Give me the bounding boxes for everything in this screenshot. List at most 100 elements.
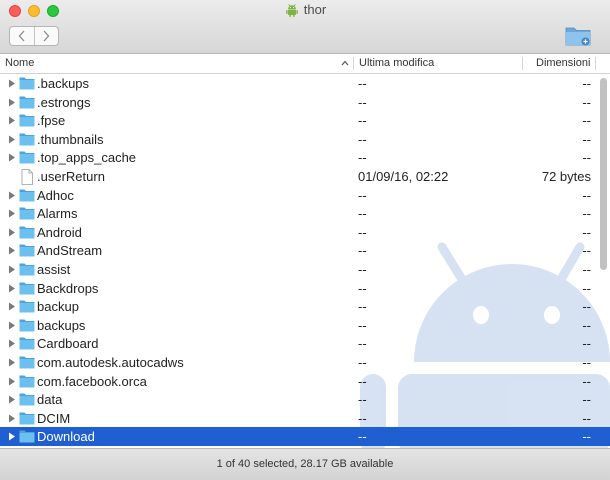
folder-icon (19, 263, 35, 276)
file-row[interactable]: .estrongs -- -- (0, 93, 610, 112)
file-row[interactable]: backups -- -- (0, 316, 610, 335)
file-row[interactable]: backup -- -- (0, 297, 610, 316)
disclosure-triangle-icon[interactable] (8, 79, 16, 88)
new-folder-icon (565, 27, 591, 46)
file-row[interactable]: Adhoc -- -- (0, 186, 610, 205)
scrollbar-thumb[interactable] (600, 78, 607, 270)
size-column-header[interactable]: Dimensioni (536, 54, 590, 73)
file-row[interactable]: Download -- -- (0, 427, 610, 447)
column-divider[interactable] (595, 57, 596, 70)
file-name: .top_apps_cache (37, 150, 137, 166)
file-row[interactable]: .thumbnails -- -- (0, 130, 610, 149)
file-row[interactable]: DCIM -- -- (0, 409, 610, 428)
file-row[interactable]: Cardboard -- -- (0, 334, 610, 353)
file-modified: -- (358, 317, 367, 333)
file-name: Backdrops (37, 280, 99, 296)
disclosure-triangle-icon[interactable] (8, 246, 16, 255)
file-row[interactable]: assist -- -- (0, 260, 610, 279)
file-row[interactable]: com.facebook.orca -- -- (0, 372, 610, 391)
folder-icon (19, 337, 35, 350)
file-size: -- (582, 224, 591, 240)
disclosure-triangle-icon[interactable] (8, 265, 16, 274)
disclosure-triangle-icon[interactable] (8, 358, 16, 367)
disclosure-triangle-icon[interactable] (8, 228, 16, 237)
file-row[interactable]: data -- -- (0, 390, 610, 409)
window-title-area: thor (0, 2, 610, 18)
forward-button[interactable] (33, 27, 59, 45)
file-transfer-window: thor Nome Ultima modifica Dimensioni .ba… (0, 0, 610, 480)
file-modified: -- (358, 392, 367, 408)
file-name: com.facebook.orca (37, 373, 147, 389)
file-row[interactable]: Backdrops -- -- (0, 279, 610, 298)
disclosure-triangle-icon[interactable] (8, 135, 16, 144)
folder-icon (19, 430, 35, 443)
file-modified: -- (358, 262, 367, 277)
status-text: 1 of 40 selected, 28.17 GB available (216, 458, 394, 470)
disclosure-triangle-icon[interactable] (8, 98, 16, 107)
file-size: -- (582, 355, 591, 370)
file-row[interactable]: .userReturn 01/09/16, 02:22 72 bytes (0, 167, 610, 186)
disclosure-triangle-icon[interactable] (8, 153, 16, 162)
file-modified: -- (358, 410, 367, 426)
document-icon (21, 169, 33, 185)
new-folder-button[interactable] (564, 22, 592, 48)
file-size: -- (582, 392, 591, 408)
file-name: com.autodesk.autocadws (37, 355, 184, 370)
disclosure-triangle-icon[interactable] (8, 339, 16, 348)
column-divider[interactable] (522, 57, 523, 70)
file-name: .fpse (37, 113, 66, 129)
file-list: .backups -- -- .estrongs -- -- .fpse -- -- .thumb… (0, 74, 610, 448)
file-modified: -- (358, 336, 367, 352)
chevron-right-icon (43, 30, 50, 42)
file-modified: -- (358, 76, 367, 91)
folder-icon (19, 226, 35, 239)
file-size: 72 bytes (541, 169, 591, 184)
file-name: DCIM (37, 410, 71, 426)
title-bar: thor (0, 0, 610, 54)
folder-icon (19, 244, 35, 257)
file-row[interactable]: Alarms -- -- (0, 204, 610, 223)
file-size: -- (582, 299, 591, 315)
file-row[interactable]: .top_apps_cache -- -- (0, 148, 610, 167)
disclosure-triangle-icon[interactable] (8, 116, 16, 125)
file-size: -- (582, 131, 591, 147)
file-name: .estrongs (37, 94, 91, 110)
disclosure-triangle-icon[interactable] (8, 414, 16, 423)
folder-icon (19, 207, 35, 220)
folder-icon (19, 393, 35, 406)
file-size: -- (582, 113, 591, 129)
back-button[interactable] (10, 27, 34, 45)
file-name: backups (37, 317, 86, 333)
file-modified: -- (358, 94, 367, 110)
file-row[interactable]: com.autodesk.autocadws -- -- (0, 353, 610, 372)
file-modified: 01/09/16, 02:22 (358, 169, 449, 184)
disclosure-triangle-icon[interactable] (8, 395, 16, 404)
name-column-header[interactable]: Nome (5, 54, 34, 73)
disclosure-triangle-icon[interactable] (8, 302, 16, 311)
disclosure-triangle-icon[interactable] (8, 432, 16, 441)
chevron-left-icon (18, 30, 25, 42)
folder-icon (19, 114, 35, 127)
disclosure-triangle-icon[interactable] (8, 191, 16, 200)
file-modified: -- (358, 299, 367, 315)
folder-icon (19, 319, 35, 332)
file-row[interactable]: Android -- -- (0, 223, 610, 242)
file-modified: -- (358, 280, 367, 296)
file-size: -- (582, 262, 591, 277)
file-row[interactable]: AndStream -- -- (0, 241, 610, 260)
file-modified: -- (358, 429, 367, 445)
disclosure-triangle-icon[interactable] (8, 377, 16, 386)
disclosure-triangle-icon[interactable] (8, 321, 16, 330)
file-size: -- (582, 336, 591, 352)
window-title: thor (303, 2, 327, 17)
folder-icon (19, 412, 35, 425)
modified-column-header[interactable]: Ultima modifica (359, 54, 434, 73)
column-divider[interactable] (353, 57, 354, 70)
file-row[interactable]: .backups -- -- (0, 74, 610, 93)
file-row[interactable]: .fpse -- -- (0, 111, 610, 130)
folder-icon (19, 77, 35, 90)
folder-icon (19, 300, 35, 313)
disclosure-triangle-icon[interactable] (8, 284, 16, 293)
file-name: backup (37, 299, 79, 315)
disclosure-triangle-icon[interactable] (8, 209, 16, 218)
